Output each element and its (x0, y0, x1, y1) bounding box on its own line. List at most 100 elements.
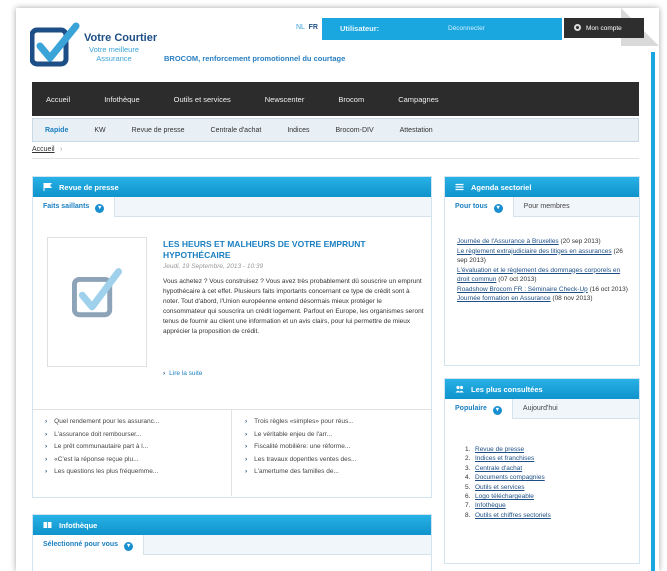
user-bar: Utilisateur: Déconnecter (322, 18, 562, 40)
article-date: Jeudi, 19 Septembre, 2013 - 10:39 (163, 263, 264, 270)
language-switcher: NL FR (296, 24, 318, 31)
consultee-link[interactable]: Centrale d'achat (475, 465, 522, 472)
list-item: Roadshow Brocom FR : Séminaire Check-Up … (457, 285, 629, 295)
tab-populaire[interactable]: Populaire ▾ (445, 399, 513, 419)
agenda-date: (20 sep 2013) (560, 238, 601, 245)
consultees-panel-title: Les plus consultées (471, 385, 543, 394)
agenda-link[interactable]: Journée formation en Assurance (457, 295, 551, 302)
list-item[interactable]: › «C'est la réponse reçue plu... (45, 456, 231, 469)
list-item[interactable]: › Le prêt communautaire part à l... (45, 443, 231, 456)
list-item: 7. Infothèque (465, 502, 506, 510)
subnav-attestation[interactable]: Attestation (400, 127, 433, 134)
list-item[interactable]: › Les travaux dopentles ventes des... (245, 456, 431, 469)
list-item-label: Quel rendement pour les assuranc... (54, 418, 160, 425)
consultee-link[interactable]: Revue de presse (475, 446, 524, 453)
breadcrumb-home[interactable]: Accueil (32, 146, 55, 153)
agenda-link[interactable]: L'évaluation et le règlement des dommage… (457, 267, 620, 284)
account-label: Mon compte (586, 25, 622, 32)
read-more-link[interactable]: › Lire la suite (163, 370, 202, 377)
list-item[interactable]: › Trois règles «simples» pour réus... (245, 418, 431, 431)
article-thumbnail[interactable] (47, 237, 147, 367)
chevron-right-icon: › (45, 430, 48, 438)
list-icon (455, 183, 464, 191)
list-item: Journée de l'Assurance à Bruxelles (20 s… (457, 237, 629, 247)
subnav-indices[interactable]: Indices (287, 127, 309, 134)
brand-subtitle: Votre meilleure Assurance (88, 45, 140, 63)
consultee-link[interactable]: Logo téléchargeable (475, 493, 534, 500)
chevron-right-icon: › (45, 418, 48, 425)
consultees-list: 1. Revue de presse 2. Indices et franchise… (465, 445, 551, 520)
page: Votre Courtier Votre meilleure Assurance… (16, 8, 659, 571)
agenda-link[interactable]: Roadshow Brocom FR : Séminaire Check-Up (457, 286, 588, 293)
nav-infotheque[interactable]: Infothèque (104, 95, 139, 104)
agenda-tabs: Pour tous ▾ Pour membres (445, 197, 639, 217)
nav-campagnes[interactable]: Campagnes (398, 95, 438, 104)
article-title[interactable]: LES HEURS ET MALHEURS DE VOTRE EMPRUNT H… (163, 239, 423, 261)
list-item[interactable]: › L'assurance doit rembourser... (45, 431, 231, 444)
subnav-rapide[interactable]: Rapide (45, 127, 68, 134)
tab-aujourdhui[interactable]: Aujourd'hui (513, 399, 568, 419)
agenda-link[interactable]: Le règlement extrajudiciaire des litiges… (457, 248, 612, 255)
logo-check-icon[interactable] (30, 20, 82, 70)
list-item: 6. Logo téléchargeable (465, 493, 534, 501)
tab-pour-tous-label: Pour tous (455, 203, 488, 210)
nav-outils-services[interactable]: Outils et services (174, 95, 231, 104)
links-separator (231, 410, 232, 496)
list-item[interactable]: › Le véritable enjeu de l'arr... (245, 431, 431, 444)
consultees-panel-header: Les plus consultées (445, 379, 639, 399)
agenda-date: (07 oct 2013) (498, 276, 537, 283)
consultee-link[interactable]: Outils et chiffres sectoriels (475, 512, 551, 519)
read-more-label: Lire la suite (169, 370, 203, 377)
subnav-kw[interactable]: KW (94, 127, 105, 134)
consultee-link[interactable]: Indices et franchises (475, 455, 534, 462)
brand-title: Votre Courtier (84, 32, 158, 44)
list-item: 8. Outils et chiffres sectoriels (465, 511, 551, 519)
tab-selectionne[interactable]: Sélectionné pour vous ▾ (33, 535, 145, 555)
list-item[interactable]: › Fiscalité mobilière: une réforme... (245, 443, 431, 456)
agenda-panel-title: Agenda sectoriel (471, 183, 532, 192)
agenda-link[interactable]: Journée de l'Assurance à Bruxelles (457, 238, 559, 245)
lang-fr-link[interactable]: FR (309, 24, 318, 31)
sub-nav: Rapide KW Revue de presse Centrale d'ach… (32, 118, 639, 142)
gear-icon (574, 24, 581, 31)
subnav-centrale-achat[interactable]: Centrale d'achat (211, 127, 262, 134)
consultee-link[interactable]: Outils et services (475, 484, 525, 491)
lang-nl-link[interactable]: NL (296, 24, 305, 31)
list-item: 1. Revue de presse (465, 446, 525, 453)
agenda-panel-header: Agenda sectoriel (445, 177, 639, 197)
nav-brocom[interactable]: Brocom (338, 95, 364, 104)
chevron-right-icon: › (245, 468, 248, 475)
revue-panel-header: Revue de presse (33, 177, 431, 197)
list-item[interactable]: › Quel rendement pour les assuranc... (45, 418, 231, 431)
tab-populaire-label: Populaire (455, 405, 487, 412)
subnav-brocom-div[interactable]: Brocom-DIV (336, 127, 374, 134)
infotheque-panel-title: Infothèque (59, 521, 98, 530)
list-item: 2. Indices et franchises (465, 455, 535, 463)
subnav-revue-presse[interactable]: Revue de presse (132, 127, 185, 134)
article-body: Vous achetez ? Vous construisez ? Vous a… (163, 278, 424, 335)
list-item-label: Le véritable enjeu de l'arr... (254, 430, 333, 438)
list-item[interactable]: › L'amertume des familles de... (245, 468, 431, 481)
agenda-date: (08 nov 2013) (552, 295, 593, 302)
list-item[interactable]: › Les questions les plus fréquemme... (45, 468, 231, 481)
tab-pour-tous[interactable]: Pour tous ▾ (445, 197, 514, 217)
right-accent-bar (651, 52, 655, 571)
nav-newscenter[interactable]: Newscenter (265, 95, 305, 104)
consultee-link[interactable]: Documents compagnies (475, 474, 545, 481)
revue-links-left: › Quel rendement pour les assuranc... › L'… (45, 418, 231, 481)
consultee-link[interactable]: Infothèque (475, 502, 506, 509)
logout-link[interactable]: Déconnecter (448, 25, 485, 32)
tab-pour-membres[interactable]: Pour membres (514, 197, 580, 217)
agenda-list: Journée de l'Assurance à Bruxelles (20 s… (457, 237, 629, 304)
tagline: BROCOM, renforcement promotionnel du cou… (164, 54, 346, 63)
chevron-right-icon: › (45, 455, 48, 463)
nav-accueil[interactable]: Accueil (46, 95, 70, 104)
chevron-right-icon: › (245, 418, 248, 425)
main-nav: Accueil Infothèque Outils et services Ne… (32, 82, 639, 116)
tab-faits-saillants[interactable]: Faits saillants ▾ (33, 197, 116, 217)
users-icon (455, 385, 464, 393)
list-item-label: Les questions les plus fréquemme... (54, 468, 159, 475)
chevron-down-icon: ▾ (493, 204, 503, 213)
account-button[interactable]: Mon compte (564, 18, 644, 38)
chevron-right-icon: › (245, 443, 248, 450)
